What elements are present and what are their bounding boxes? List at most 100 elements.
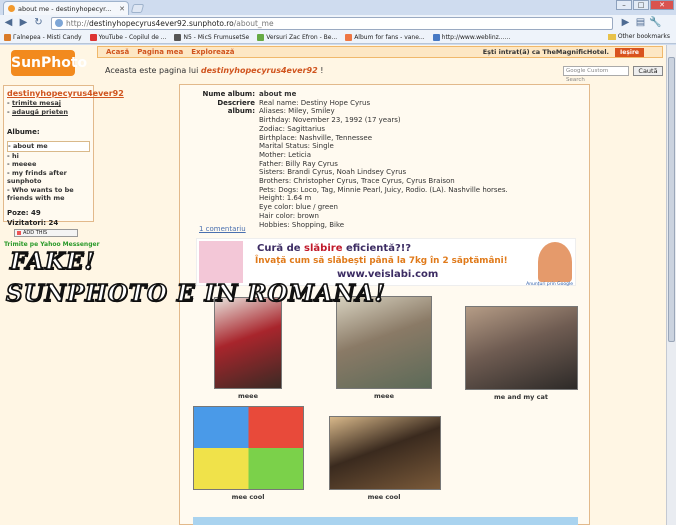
description-line: Birthday: November 23, 1992 (17 years)	[259, 116, 401, 125]
tab-close-icon[interactable]: ✕	[119, 5, 128, 13]
yahoo-messenger-link[interactable]: Trimite pe Yahoo Messenger	[4, 241, 100, 248]
bookmark-item[interactable]: Гalnepea - Misti Candy	[4, 33, 82, 41]
bookmark-icon	[257, 33, 265, 41]
user-sidebar: destinyhopecyrus4ever92 - trimite mesaj …	[3, 85, 124, 227]
window-controls: – □ ✕	[616, 0, 674, 10]
description-line: Real name: Destiny Hope Cyrus	[259, 98, 371, 107]
page-heading: Aceasta este pagina lui destinyhopecyrus…	[105, 66, 324, 75]
photo-thumbnail[interactable]	[329, 416, 441, 490]
description-line: Eye color: blue / green	[259, 203, 338, 212]
album-name-value: about me	[259, 90, 297, 98]
ad-url: www.veislabi.com	[337, 269, 439, 280]
photo-caption[interactable]: me and my cat	[461, 393, 581, 401]
photo-caption[interactable]: meee	[324, 392, 444, 400]
back-button[interactable]: ◀	[2, 17, 15, 30]
description-line: Zodiac: Sagittarius	[259, 124, 325, 133]
logout-button[interactable]: Ieșire	[615, 47, 644, 57]
addthis-button[interactable]: ADD THIS	[14, 229, 78, 237]
url-text: http://destinyhopecyrus4ever92.sunphoto.…	[66, 18, 274, 28]
ad-banner[interactable]: Cură de slăbire eficientă?!? Învață cum …	[196, 238, 576, 287]
bookmark-item[interactable]: Album for fans - vane...	[345, 33, 425, 41]
bookmark-item[interactable]: Versuri Zac Efron - Be...	[257, 33, 337, 41]
close-window-button[interactable]: ✕	[650, 0, 674, 10]
address-bar[interactable]: http://destinyhopecyrus4ever92.sunphoto.…	[51, 16, 613, 30]
scrollbar[interactable]	[666, 45, 676, 525]
ad-subline: Învață cum să slăbești până la 7kg în 2 …	[255, 256, 508, 266]
description-line: Height: 1.64 m	[259, 194, 312, 203]
sidebar-album-item[interactable]: - Who wants to be friends with me	[7, 186, 90, 203]
description-line: Marital Status: Single	[259, 142, 334, 151]
album-info: Nume album: about me Descriere album: Real…	[197, 90, 508, 230]
bookmarks-bar: Гalnepea - Misti Candy YouTube - Copilul …	[0, 31, 676, 44]
description-line: Pets: Dogs: Loco, Tag, Minnie Pearl, Jui…	[259, 185, 508, 194]
favicon-icon	[8, 5, 15, 12]
search-button[interactable]: Caută	[633, 66, 663, 76]
bookmark-icon	[4, 33, 11, 41]
site-top-nav: Acasă Pagina mea Explorează Ești intrat(…	[97, 46, 663, 58]
sidebar-album-item[interactable]: - my frinds after sunphoto	[7, 169, 90, 186]
album-list: - about me - hi - meeee - my frinds after s…	[7, 141, 90, 203]
search-input[interactable]: Google Custom Search	[563, 66, 629, 83]
comments-link[interactable]: 1 comentariu	[199, 225, 246, 233]
browser-toolbar: ◀ ▶ ↻ http://destinyhopecyrus4ever92.sun…	[0, 15, 676, 31]
photo-thumbnail[interactable]	[336, 296, 432, 389]
reload-button[interactable]: ↻	[32, 17, 45, 30]
page-menu-icon[interactable]: ▤	[634, 17, 647, 30]
album-desc-label: Descriere album:	[217, 98, 255, 116]
bookmark-item[interactable]: http://www.weblinz......	[432, 33, 510, 41]
sunphoto-logo[interactable]: SunPhoto	[11, 50, 87, 76]
bookmark-icon	[345, 33, 353, 41]
photo-caption[interactable]: mee cool	[188, 493, 308, 501]
tab-title: about me - destinyhopecyr...	[18, 4, 112, 13]
albums-heading: Albume:	[7, 128, 40, 136]
tab-active[interactable]: about me - destinyhopecyr... ✕	[3, 1, 129, 15]
go-icon[interactable]: ▶	[619, 17, 632, 30]
nav-home[interactable]: Acasă	[106, 48, 129, 56]
other-bookmarks[interactable]: Other bookmarks	[607, 33, 670, 40]
ad-google-label[interactable]: Anunțuri prin Google	[526, 282, 573, 287]
bookmark-item[interactable]: N5 - MicS FrumusetSe	[174, 33, 249, 41]
forward-button[interactable]: ▶	[17, 17, 30, 30]
globe-icon	[55, 19, 63, 27]
logged-in-text: Ești intrat(ă) ca TheMagnificHotel.	[482, 48, 610, 56]
send-message-link[interactable]: - trimite mesaj	[7, 99, 90, 107]
photo-caption[interactable]: meee	[188, 392, 308, 400]
photo-thumbnail[interactable]	[193, 406, 304, 490]
photo-thumbnail[interactable]	[465, 306, 578, 390]
maximize-button[interactable]: □	[633, 0, 649, 10]
photos-count: Poze: 49	[7, 208, 41, 217]
description-line: Birthplace: Nashville, Tennessee	[259, 133, 373, 142]
wrench-icon[interactable]: 🔧	[649, 17, 662, 30]
description-line: Hobbies: Shopping, Bike	[259, 220, 345, 229]
nav-explore[interactable]: Explorează	[191, 48, 234, 56]
description-line: Sisters: Brandi Cyrus, Noah Lindsey Cyru…	[259, 168, 407, 177]
bookmark-icon	[432, 33, 440, 41]
description-line: Father: Billy Ray Cyrus	[259, 159, 338, 168]
description-line: Brothers: Christopher Cyrus, Trace Cyrus…	[259, 177, 455, 186]
sidebar-album-item[interactable]: - meeee	[7, 160, 90, 169]
photo-thumbnail[interactable]	[214, 297, 282, 389]
description-line: Aliases: Miley, Smiley	[259, 107, 335, 116]
visitors-count: Vizitatori: 24	[7, 218, 59, 227]
folder-icon	[607, 33, 616, 40]
ad-headline: Cură de slăbire eficientă?!?	[257, 243, 412, 254]
photo-caption[interactable]: mee cool	[324, 493, 444, 501]
overlay-fake-text: FAKE!	[9, 247, 96, 276]
ad-model-image	[538, 242, 572, 282]
sidebar-album-item[interactable]: - about me	[7, 141, 90, 152]
overlay-romana-text: SUNPHOTO E IN ROMANA!	[5, 279, 386, 308]
add-friend-link[interactable]: - adaugă prieten	[7, 108, 90, 116]
bottom-banner	[193, 517, 578, 525]
description-line: Mother: Leticia	[259, 150, 312, 159]
sidebar-username[interactable]: destinyhopecyrus4ever92	[7, 89, 124, 98]
album-description: Real name: Destiny Hope Cyrus Aliases: Mi…	[259, 99, 508, 230]
ad-product-image	[199, 241, 243, 283]
bookmark-item[interactable]: YouTube - Copilul de ...	[89, 33, 166, 41]
minimize-button[interactable]: –	[616, 0, 632, 10]
bookmark-icon	[174, 33, 182, 41]
nav-my-page[interactable]: Pagina mea	[137, 48, 183, 56]
scroll-thumb[interactable]	[668, 57, 675, 342]
album-name-label: Nume album:	[202, 90, 255, 98]
sidebar-album-item[interactable]: - hi	[7, 152, 90, 161]
page-owner-link[interactable]: destinyhopecyrus4ever92	[201, 66, 318, 75]
